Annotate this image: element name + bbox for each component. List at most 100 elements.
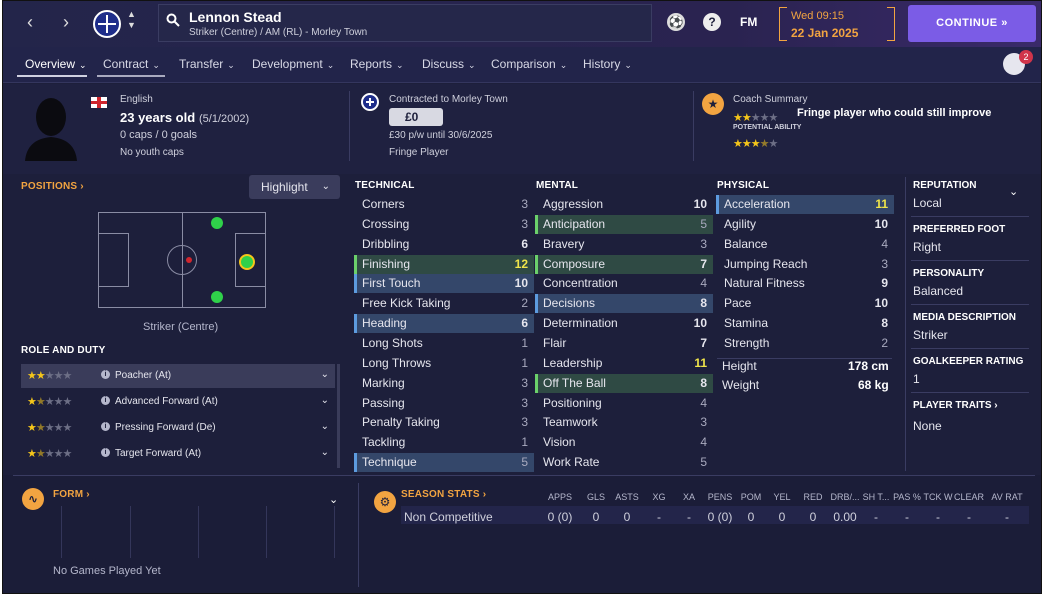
england-flag-icon bbox=[91, 97, 107, 108]
tab-history[interactable]: History ⌄ bbox=[583, 57, 632, 71]
tab-development[interactable]: Development ⌄ bbox=[252, 57, 334, 71]
attribute-row[interactable]: Tackling 1 bbox=[354, 433, 534, 452]
stat-header[interactable]: AV RAT bbox=[985, 492, 1029, 502]
attribute-row[interactable]: Penalty Taking 3 bbox=[354, 413, 534, 432]
role-row[interactable]: ★★★★★ i Poacher (At) ⌄ bbox=[21, 364, 335, 388]
attribute-value: 10 bbox=[874, 216, 888, 231]
chevron-down-icon[interactable]: ⌄ bbox=[321, 447, 329, 458]
tab-overview[interactable]: Overview ⌄ bbox=[25, 57, 87, 71]
tab-reports[interactable]: Reports ⌄ bbox=[350, 57, 404, 71]
attribute-row[interactable]: Anticipation 5 bbox=[535, 214, 713, 234]
info-icon[interactable]: i bbox=[101, 370, 110, 379]
chevron-down-icon[interactable]: ⌄ bbox=[321, 421, 329, 432]
attribute-row[interactable]: Vision 4 bbox=[535, 433, 713, 452]
highlight-dropdown[interactable]: Highlight ⌄ bbox=[249, 175, 340, 199]
attribute-name: Work Rate bbox=[543, 455, 600, 470]
tab-discuss[interactable]: Discuss ⌄ bbox=[422, 57, 476, 71]
attribute-row[interactable]: Decisions 8 bbox=[535, 294, 713, 314]
attribute-row[interactable]: Leadership 11 bbox=[535, 354, 713, 373]
attribute-value: 7 bbox=[700, 256, 707, 271]
attribute-row[interactable]: Positioning 4 bbox=[535, 394, 713, 413]
attribute-row[interactable]: Long Shots 1 bbox=[354, 334, 534, 353]
player-traits-link[interactable]: PLAYER TRAITS › bbox=[913, 400, 998, 411]
role-row[interactable]: ★★★★★ i Pressing Forward (De) ⌄ bbox=[21, 416, 335, 440]
role-name: Poacher (At) bbox=[115, 370, 172, 381]
attribute-row[interactable]: Composure 7 bbox=[535, 254, 713, 274]
potential-ability-stars: ★★★★★ bbox=[733, 138, 778, 150]
season-stats-title[interactable]: SEASON STATS › bbox=[401, 489, 486, 500]
attribute-row[interactable]: Acceleration 11 bbox=[716, 195, 894, 214]
role-row[interactable]: ★★★★★ i Advanced Forward (At) ⌄ bbox=[21, 390, 335, 414]
top-bar: ‹ › ▲ ▼ Lennon Stead Striker (Centre) / A… bbox=[3, 1, 1041, 47]
chevron-down-icon[interactable]: ⌄ bbox=[321, 369, 329, 380]
gear-stats-icon: ⚙ bbox=[374, 491, 396, 513]
position-dot-am-r bbox=[211, 291, 223, 303]
tab-contract[interactable]: Contract ⌄ bbox=[103, 57, 160, 71]
attribute-value: 3 bbox=[521, 415, 528, 430]
back-icon[interactable]: ‹ bbox=[19, 11, 41, 33]
tab-comparison[interactable]: Comparison ⌄ bbox=[491, 57, 567, 71]
bottom-divider bbox=[13, 475, 1035, 476]
attribute-row[interactable]: Marking 3 bbox=[354, 374, 534, 393]
attribute-row[interactable]: Finishing 12 bbox=[354, 254, 534, 274]
attribute-name: Balance bbox=[724, 236, 768, 251]
attribute-name: Strength bbox=[724, 335, 770, 350]
club-switch-icon[interactable]: ▲ ▼ bbox=[127, 9, 136, 31]
info-icon[interactable]: i bbox=[101, 422, 110, 431]
club-crest-icon[interactable] bbox=[93, 10, 121, 38]
attribute-value: 8 bbox=[881, 316, 888, 331]
attribute-row[interactable]: Flair 7 bbox=[535, 334, 713, 353]
attribute-row[interactable]: Corners 3 bbox=[354, 195, 534, 214]
attribute-row[interactable]: Agility 10 bbox=[716, 215, 894, 234]
role-row[interactable]: ★★★★★ i Target Forward (At) ⌄ bbox=[21, 442, 335, 466]
tab-label: History bbox=[583, 57, 621, 71]
info-icon[interactable]: i bbox=[101, 448, 110, 457]
ball-icon[interactable]: ⚽ bbox=[667, 13, 685, 31]
attribute-row[interactable]: Dribbling 6 bbox=[354, 235, 534, 254]
attribute-row[interactable]: Jumping Reach 3 bbox=[716, 255, 894, 274]
help-icon[interactable]: ? bbox=[703, 13, 721, 31]
attribute-row[interactable]: Bravery 3 bbox=[535, 235, 713, 254]
attribute-row[interactable]: Long Throws 1 bbox=[354, 354, 534, 373]
continue-button[interactable]: CONTINUE » bbox=[908, 5, 1036, 42]
forward-icon[interactable]: › bbox=[55, 11, 77, 33]
attribute-row[interactable]: Strength 2 bbox=[716, 334, 894, 353]
attribute-row[interactable]: Stamina 8 bbox=[716, 314, 894, 333]
attribute-value: 3 bbox=[881, 256, 888, 271]
attribute-row[interactable]: Teamwork 3 bbox=[535, 413, 713, 432]
role-stars: ★★★★★ bbox=[27, 448, 72, 460]
attribute-row[interactable]: Natural Fitness 9 bbox=[716, 274, 894, 293]
attribute-row[interactable]: Determination 10 bbox=[535, 314, 713, 333]
chevron-down-icon[interactable]: ⌄ bbox=[329, 493, 338, 506]
tab-transfer[interactable]: Transfer ⌄ bbox=[179, 57, 235, 71]
attribute-row[interactable]: Pace 10 bbox=[716, 294, 894, 313]
current-time: Wed 09:15 bbox=[791, 10, 845, 22]
attribute-row[interactable]: First Touch 10 bbox=[354, 274, 534, 294]
attribute-row[interactable]: Technique 5 bbox=[354, 453, 534, 473]
attribute-row[interactable]: Concentration 4 bbox=[535, 274, 713, 293]
attribute-row[interactable]: Passing 3 bbox=[354, 394, 534, 413]
chevron-down-icon: ⌄ bbox=[79, 60, 87, 70]
roles-scrollbar[interactable] bbox=[337, 364, 340, 468]
attribute-row[interactable]: Aggression 10 bbox=[535, 195, 713, 214]
season-stats-title-text: SEASON STATS bbox=[401, 489, 480, 500]
attribute-value: 12 bbox=[514, 256, 528, 271]
caps-goals: 0 caps / 0 goals bbox=[120, 129, 198, 141]
chevron-down-icon[interactable]: ⌄ bbox=[1009, 185, 1018, 198]
chevron-down-icon[interactable]: ⌄ bbox=[321, 395, 329, 406]
attribute-row[interactable]: Work Rate 5 bbox=[535, 453, 713, 472]
bottom-vertical-divider bbox=[358, 483, 359, 587]
form-title[interactable]: FORM › bbox=[53, 489, 90, 500]
attribute-row[interactable]: Balance 4 bbox=[716, 235, 894, 254]
info-icon[interactable]: i bbox=[101, 396, 110, 405]
attribute-row[interactable]: Crossing 3 bbox=[354, 215, 534, 234]
attribute-row[interactable]: Heading 6 bbox=[354, 314, 534, 334]
attribute-name: First Touch bbox=[362, 276, 421, 291]
attribute-row[interactable]: Off The Ball 8 bbox=[535, 373, 713, 393]
attribute-value: 3 bbox=[700, 415, 707, 430]
fm-menu[interactable]: FM bbox=[740, 15, 757, 29]
positions-title-text: POSITIONS bbox=[21, 181, 78, 192]
search-icon bbox=[166, 13, 180, 27]
positions-title[interactable]: POSITIONS › bbox=[21, 181, 84, 192]
attribute-row[interactable]: Free Kick Taking 2 bbox=[354, 294, 534, 313]
